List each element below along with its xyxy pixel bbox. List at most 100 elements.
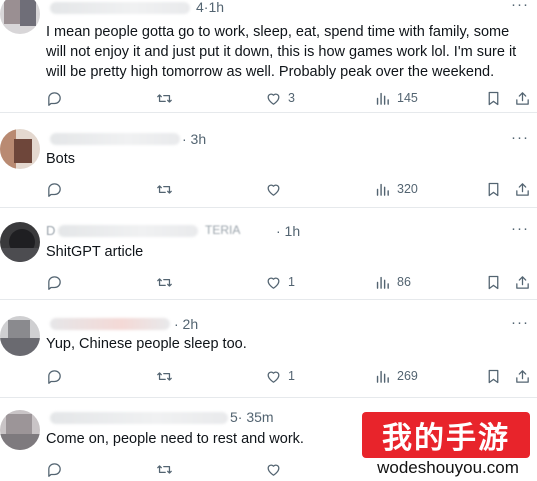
post-text: I mean people gotta go to work, sleep, e…: [46, 24, 517, 80]
repost-button[interactable]: [156, 179, 173, 199]
share-button[interactable]: [514, 88, 531, 108]
watermark-url: wodeshouyou.com: [377, 458, 519, 477]
more-options-button[interactable]: ···: [511, 130, 529, 145]
more-options-button[interactable]: ···: [511, 0, 529, 12]
analytics-icon: [376, 370, 389, 383]
post-text: Bots: [46, 151, 76, 167]
bookmark-icon: [488, 91, 499, 105]
heart-icon: [267, 277, 280, 289]
view-count: 86: [397, 275, 411, 289]
avatar-image: [0, 222, 40, 262]
post-time[interactable]: · 3h: [182, 131, 206, 147]
heart-icon: [267, 184, 280, 196]
analytics-icon: [376, 92, 389, 105]
view-count: 269: [397, 369, 418, 383]
post-time[interactable]: 5· 35m: [230, 409, 274, 425]
post[interactable]: 4·1h ··· I mean people gotta go to work,…: [0, 0, 537, 113]
post-time[interactable]: · 2h: [174, 316, 198, 332]
bookmark-icon: [488, 369, 499, 383]
reply-icon: [48, 462, 61, 477]
like-button[interactable]: 1: [265, 366, 295, 386]
repost-button[interactable]: [156, 88, 173, 108]
share-icon: [516, 369, 529, 383]
share-button[interactable]: [514, 179, 531, 199]
avatar[interactable]: [0, 410, 40, 450]
avatar[interactable]: [0, 129, 40, 169]
post-time-prefix: 4: [196, 0, 204, 15]
author-name[interactable]: [50, 133, 180, 145]
avatar[interactable]: [0, 316, 40, 356]
reply-button[interactable]: [46, 366, 63, 386]
bookmark-button[interactable]: [485, 366, 502, 386]
view-count: 320: [397, 182, 418, 196]
heart-icon: [267, 93, 280, 105]
post-text: Yup, Chinese people sleep too.: [46, 336, 247, 352]
post-time-value: · 35m: [237, 409, 274, 425]
repost-icon: [157, 277, 172, 287]
bookmark-button[interactable]: [485, 88, 502, 108]
author-name[interactable]: [50, 318, 170, 330]
like-button[interactable]: [265, 179, 288, 199]
bookmark-icon: [488, 275, 499, 289]
share-icon: [516, 182, 529, 196]
post-text: ShitGPT article: [46, 244, 144, 260]
watermark-logo: 我的手游: [362, 412, 530, 458]
repost-icon: [157, 371, 172, 381]
avatar-image: [0, 129, 40, 169]
post-actions: 3 145: [0, 88, 537, 108]
bookmark-icon: [488, 182, 499, 196]
view-count: 145: [397, 91, 418, 105]
bookmark-button[interactable]: [485, 179, 502, 199]
reply-button[interactable]: [46, 272, 63, 292]
views-button[interactable]: 86: [374, 272, 411, 292]
views-button[interactable]: 269: [374, 366, 418, 386]
like-button[interactable]: [265, 459, 282, 479]
post-actions: 1 86: [0, 272, 537, 292]
reply-button[interactable]: [46, 179, 63, 199]
post[interactable]: · 2h ··· Yup, Chinese people sleep too. …: [0, 300, 537, 398]
heart-icon: [267, 371, 280, 383]
author-name-fragment: D: [46, 223, 56, 238]
avatar-image: [0, 410, 40, 450]
avatar-image: [0, 316, 40, 356]
views-button[interactable]: 320: [374, 179, 418, 199]
bookmark-button[interactable]: [485, 272, 502, 292]
share-icon: [516, 91, 529, 105]
analytics-icon: [376, 276, 389, 289]
reply-button[interactable]: [46, 459, 63, 479]
reply-icon: [48, 369, 61, 384]
author-name[interactable]: [58, 225, 198, 237]
avatar[interactable]: [0, 0, 40, 34]
repost-button[interactable]: [156, 366, 173, 386]
repost-icon: [157, 184, 172, 194]
more-options-button[interactable]: ···: [511, 315, 529, 330]
like-count: 1: [288, 369, 295, 383]
reply-icon: [48, 91, 61, 106]
repost-button[interactable]: [156, 272, 173, 292]
reply-icon: [48, 182, 61, 197]
author-name[interactable]: [50, 412, 228, 424]
avatar[interactable]: [0, 222, 40, 262]
like-count: 1: [288, 275, 295, 289]
like-button[interactable]: 3: [265, 88, 295, 108]
more-options-button[interactable]: ···: [511, 221, 529, 236]
share-button[interactable]: [514, 272, 531, 292]
views-button[interactable]: 145: [374, 88, 418, 108]
share-button[interactable]: [514, 366, 531, 386]
post-time-prefix: 5: [230, 409, 238, 425]
reply-icon: [48, 275, 61, 290]
post-actions: 320: [0, 179, 537, 199]
post[interactable]: D TERIA · 1h ··· ShitGPT article 1 86: [0, 208, 537, 300]
heart-icon: [267, 464, 280, 476]
author-name[interactable]: [50, 2, 190, 14]
repost-button[interactable]: [156, 459, 173, 479]
post-time-value: ·1h: [203, 0, 225, 15]
like-button[interactable]: 1: [265, 272, 295, 292]
post-time[interactable]: 4·1h: [196, 0, 224, 15]
post[interactable]: · 3h ··· Bots 320: [0, 113, 537, 208]
author-handle-fragment: TERIA: [205, 223, 241, 237]
post-actions: 1 269: [0, 366, 537, 386]
reply-button[interactable]: [46, 88, 63, 108]
post-time[interactable]: · 1h: [276, 223, 300, 239]
analytics-icon: [376, 183, 389, 196]
